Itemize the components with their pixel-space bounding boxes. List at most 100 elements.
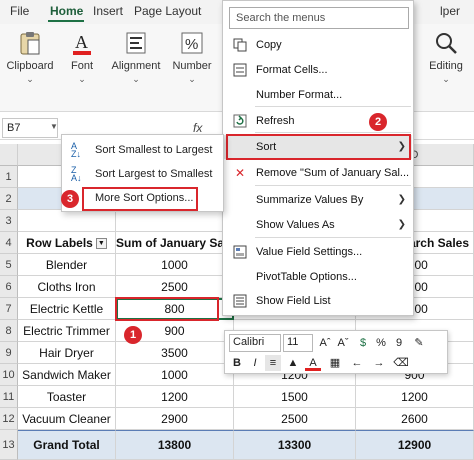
tab-page-layout[interactable]: Page Layout: [134, 4, 201, 18]
row-label-cell[interactable]: Electric Trimmer: [18, 320, 116, 342]
increase-decimal-icon[interactable]: →: [371, 355, 387, 371]
row-label-cell[interactable]: Hair Dryer: [18, 342, 116, 364]
row-header[interactable]: 10: [0, 364, 18, 386]
feb-value-cell[interactable]: 2500: [234, 408, 356, 430]
row-header[interactable]: 1: [0, 166, 18, 188]
pivot-header-row-labels[interactable]: Row Labels ▼: [18, 232, 116, 254]
grand-total-jan[interactable]: 13800: [116, 430, 234, 460]
number-group[interactable]: % Number ⌄: [164, 26, 220, 85]
active-tab-underline: [48, 20, 84, 22]
empty-cell[interactable]: [116, 210, 234, 232]
decrease-decimal-icon[interactable]: ←: [349, 355, 365, 371]
menu-item-copy[interactable]: Copy: [224, 33, 412, 57]
mini-toolbar: Calibri 11 Aˆ Aˇ $ % 9 ✎ B I ≡ ▲ A ▦ ← →…: [224, 330, 448, 374]
clear-format-icon[interactable]: ⌫: [393, 355, 409, 371]
italic-icon[interactable]: I: [247, 355, 263, 371]
tab-home[interactable]: Home: [50, 4, 83, 18]
bold-icon[interactable]: B: [229, 355, 245, 371]
name-box-dropdown-icon[interactable]: ▼: [50, 122, 58, 131]
row-header[interactable]: 7: [0, 298, 18, 320]
row-header[interactable]: 4: [0, 232, 18, 254]
submenu-item-label: Sort Smallest to Largest: [95, 144, 213, 156]
select-all-corner[interactable]: [0, 144, 18, 166]
jan-value-cell[interactable]: 1200: [116, 386, 234, 408]
font-group[interactable]: A Font ⌄: [54, 26, 110, 85]
comma-style-icon[interactable]: 9: [391, 335, 407, 351]
menu-separator: [255, 106, 411, 107]
row-header[interactable]: 6: [0, 276, 18, 298]
row-label-cell[interactable]: Sandwich Maker: [18, 364, 116, 386]
menu-item-format-cells[interactable]: Format Cells...: [224, 58, 412, 82]
jan-value-cell[interactable]: 1000: [116, 364, 234, 386]
row-label-cell[interactable]: Cloths Iron: [18, 276, 116, 298]
row-label-cell[interactable]: Electric Kettle: [18, 298, 116, 320]
grow-font-icon[interactable]: Aˆ: [317, 335, 333, 351]
menu-item-value-field-settings[interactable]: Value Field Settings...: [224, 240, 412, 264]
borders-icon[interactable]: ▦: [327, 355, 343, 371]
format-cells-icon: [233, 63, 247, 77]
sort-smallest-to-largest[interactable]: A Z↓ Sort Smallest to Largest: [63, 139, 223, 161]
font-label: Font: [70, 60, 93, 72]
chevron-down-icon: ⌄: [442, 74, 450, 84]
editing-group[interactable]: Editing ⌄: [418, 26, 474, 85]
jan-value-cell[interactable]: 2900: [116, 408, 234, 430]
font-name-select[interactable]: Calibri: [229, 334, 281, 352]
font-size-select[interactable]: 11: [283, 334, 313, 352]
search-menus-input[interactable]: Search the menus: [229, 7, 409, 29]
alignment-group[interactable]: Alignment ⌄: [108, 26, 164, 85]
number-label: Number: [172, 60, 212, 72]
align-center-icon[interactable]: ≡: [265, 355, 281, 371]
menu-item-remove-field[interactable]: ✕ Remove "Sum of January Sal...: [224, 161, 412, 185]
shrink-font-icon[interactable]: Aˇ: [335, 335, 351, 351]
percent-format-icon[interactable]: %: [373, 335, 389, 351]
filter-dropdown-icon[interactable]: ▼: [95, 238, 107, 250]
jan-value-cell[interactable]: 2500: [116, 276, 234, 298]
jan-value-cell[interactable]: 3500: [116, 342, 234, 364]
row-header[interactable]: 9: [0, 342, 18, 364]
menu-item-label: Format Cells...: [256, 64, 328, 76]
grand-total-feb[interactable]: 13300: [234, 430, 356, 460]
menu-item-show-field-list[interactable]: Show Field List: [224, 289, 412, 313]
currency-format-icon[interactable]: $: [355, 335, 371, 351]
row-header[interactable]: 5: [0, 254, 18, 276]
pivot-header-jan[interactable]: Sum of January Sales: [116, 232, 234, 254]
menu-item-label: Value Field Settings...: [256, 246, 363, 258]
row-header[interactable]: 12: [0, 408, 18, 430]
menu-item-number-format[interactable]: Number Format...: [224, 83, 412, 107]
editing-label: Editing: [429, 60, 463, 72]
row-label-cell[interactable]: Blender: [18, 254, 116, 276]
menu-item-show-values-as[interactable]: Show Values As ❯: [224, 213, 412, 237]
row-header[interactable]: 8: [0, 320, 18, 342]
sort-descending-icon: Z A↓: [71, 165, 82, 183]
format-painter-icon[interactable]: ✎: [411, 335, 427, 351]
row-header[interactable]: 13: [0, 430, 18, 460]
grand-total-label[interactable]: Grand Total: [18, 430, 116, 460]
feb-value-cell[interactable]: 1500: [234, 386, 356, 408]
menu-item-label: Copy: [256, 39, 282, 51]
sort-largest-to-smallest[interactable]: Z A↓ Sort Largest to Smallest: [63, 163, 223, 185]
mar-value-cell[interactable]: 1200: [356, 386, 474, 408]
mar-value-cell[interactable]: 2600: [356, 408, 474, 430]
menu-item-pivottable-options[interactable]: PivotTable Options...: [224, 265, 412, 289]
menu-item-summarize-values[interactable]: Summarize Values By ❯: [224, 188, 412, 212]
svg-text:%: %: [185, 36, 198, 53]
tab-file[interactable]: File: [10, 4, 29, 18]
row-header[interactable]: 2: [0, 188, 18, 210]
row-label-cell[interactable]: Vacuum Cleaner: [18, 408, 116, 430]
field-list-icon: [233, 294, 247, 308]
font-color-icon[interactable]: A: [305, 355, 321, 371]
grand-total-mar[interactable]: 12900: [356, 430, 474, 460]
clipboard-group[interactable]: Clipboard ⌄: [2, 26, 58, 85]
row-labels-text: Row Labels: [26, 236, 93, 250]
tab-insert[interactable]: Insert: [93, 4, 123, 18]
jan-value-cell[interactable]: 1000: [116, 254, 234, 276]
row-header[interactable]: 11: [0, 386, 18, 408]
menu-separator: [255, 132, 411, 133]
row-label-cell[interactable]: Toaster: [18, 386, 116, 408]
fx-label[interactable]: fx: [193, 121, 202, 135]
fill-color-icon[interactable]: ▲: [285, 355, 301, 371]
row-header[interactable]: 3: [0, 210, 18, 232]
empty-cell[interactable]: [18, 210, 116, 232]
refresh-icon: [233, 114, 247, 128]
tab-helper[interactable]: lper: [440, 4, 460, 18]
